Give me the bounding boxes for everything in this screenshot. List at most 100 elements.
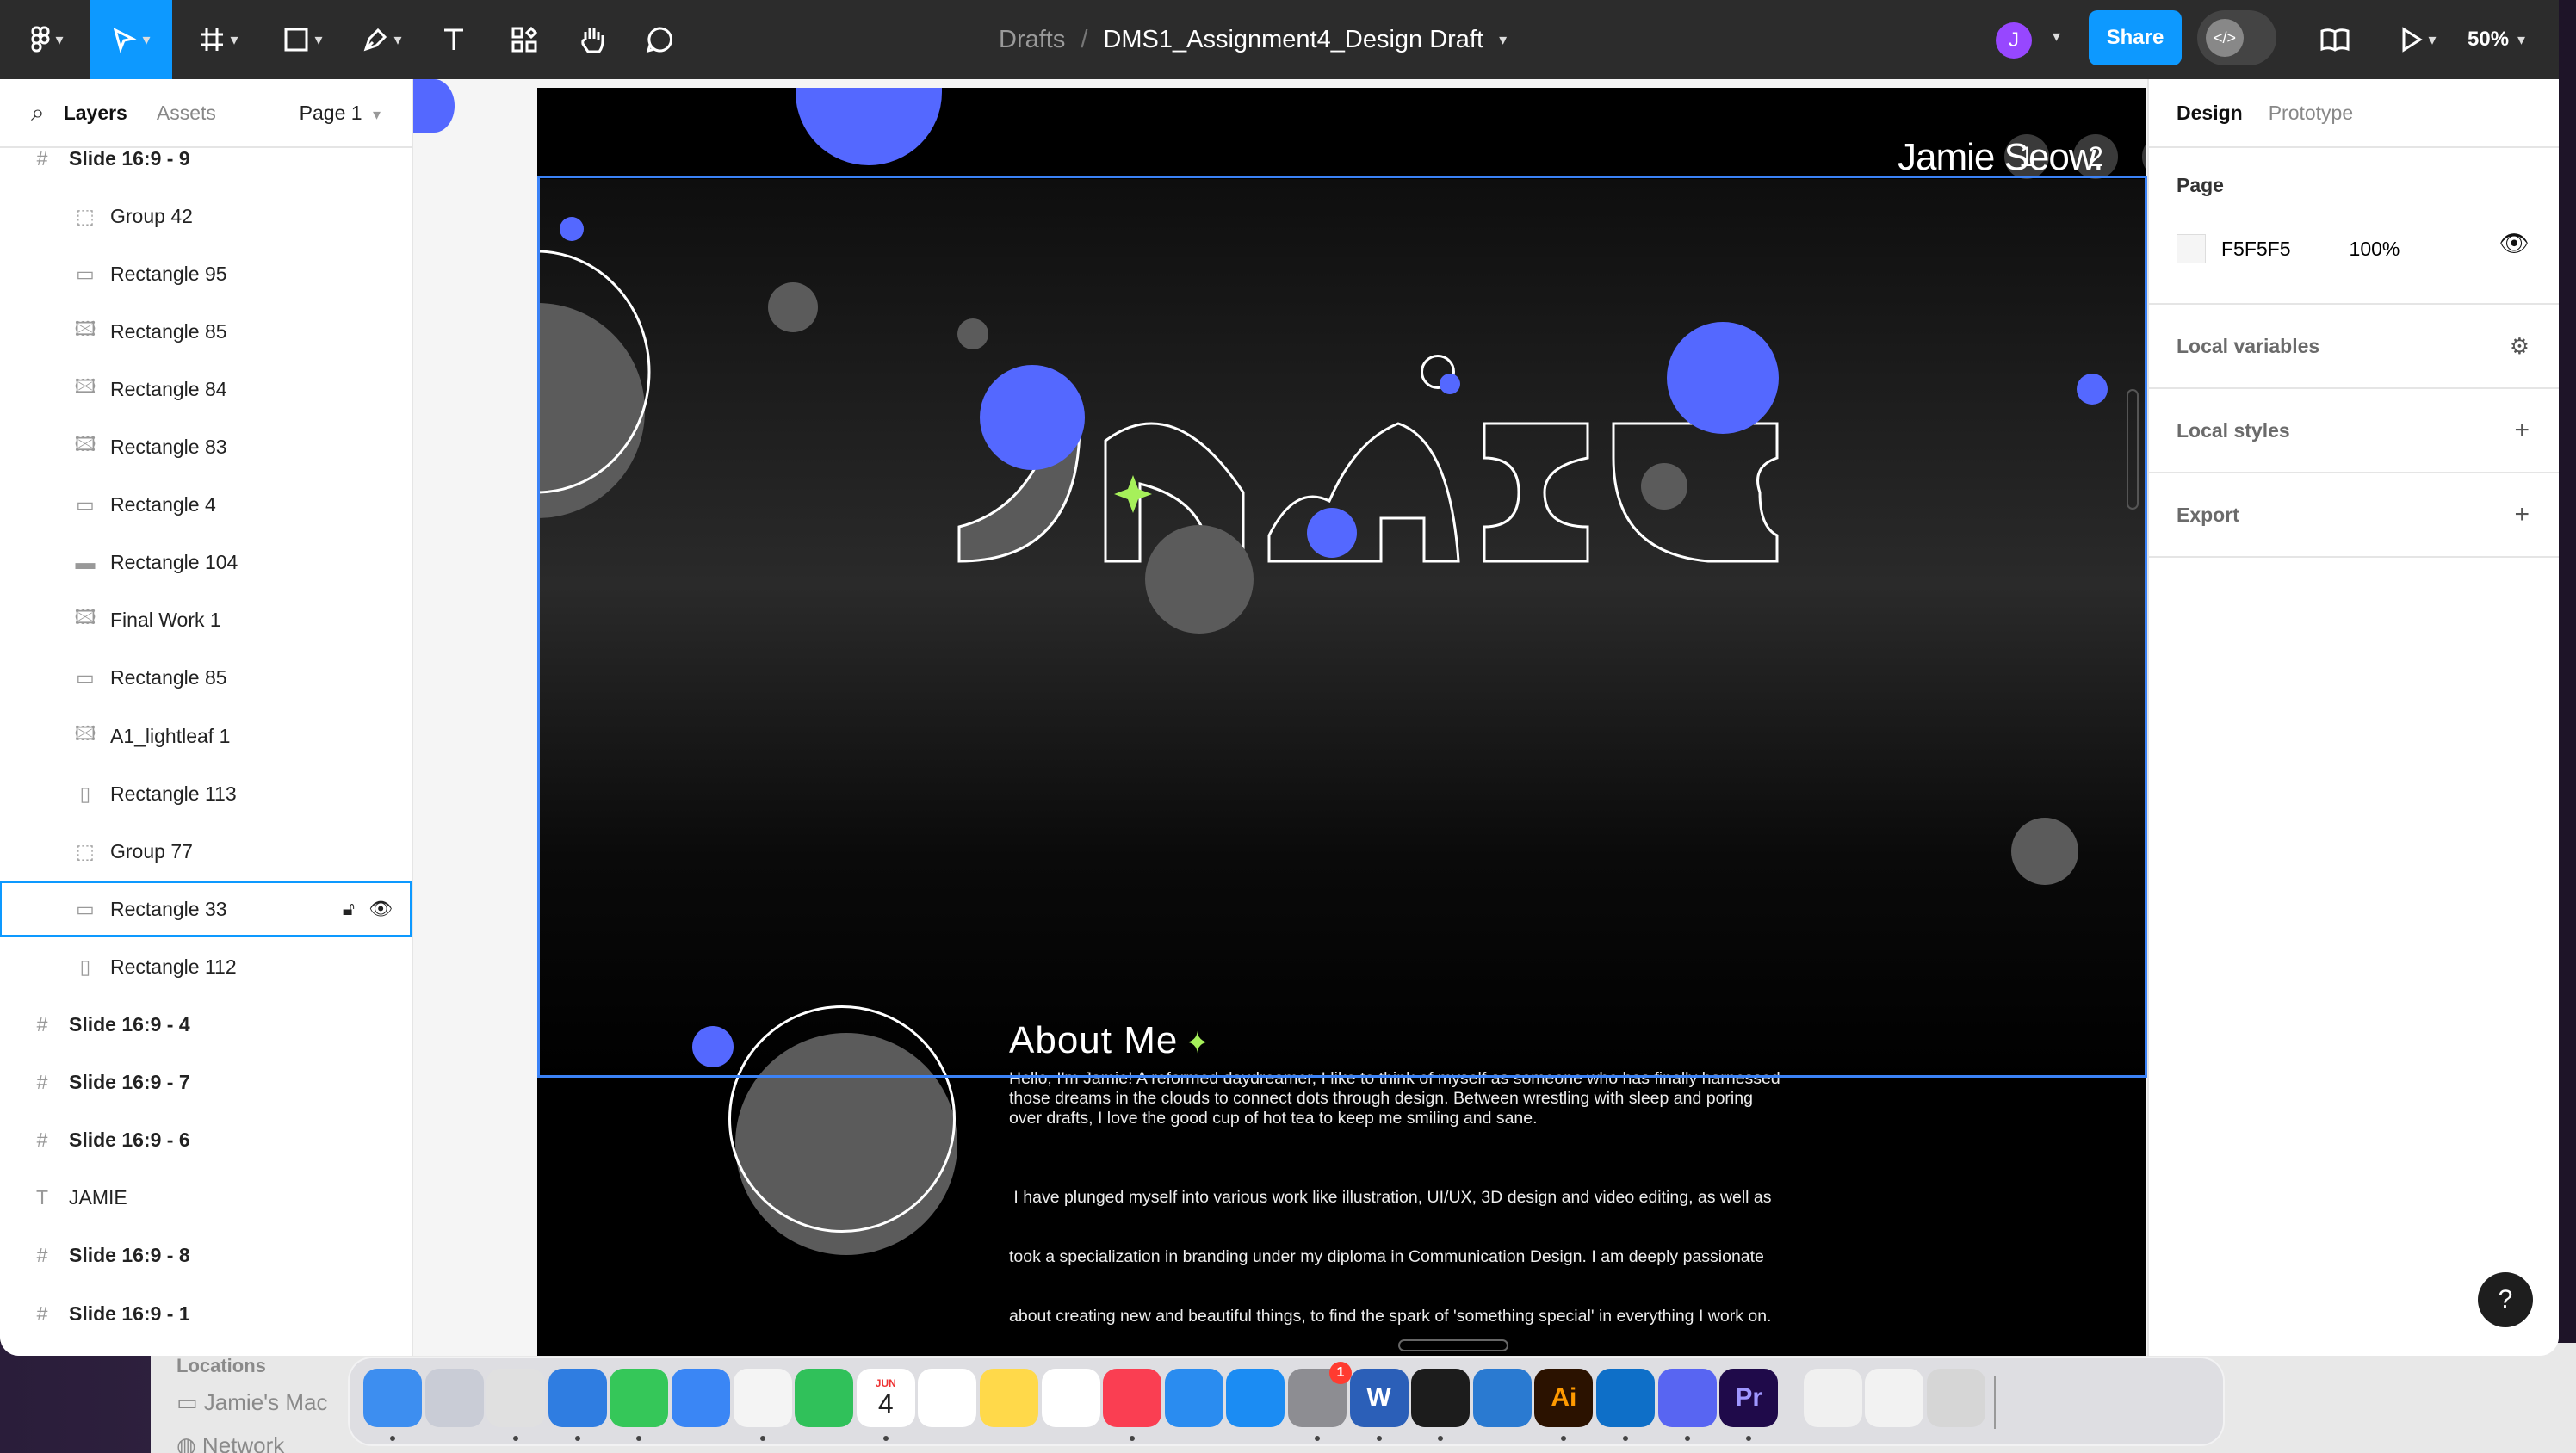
local-variables-section[interactable]: Local variables ⚙ xyxy=(2149,305,2559,389)
layer-row[interactable]: ▯ Rectangle 113 xyxy=(0,766,412,821)
page-color-swatch[interactable] xyxy=(2177,234,2206,263)
dock-preview-icon[interactable] xyxy=(1803,1369,1862,1427)
layer-row[interactable]: ▭ Rectangle 4 xyxy=(0,478,412,533)
text-tool-button[interactable] xyxy=(436,0,472,79)
eye-icon[interactable]: 👁︎ xyxy=(2499,229,2530,257)
dock-separator xyxy=(1994,1376,1996,1429)
layer-row[interactable]: ▭ Rectangle 33 🔓︎ 👁︎ xyxy=(0,881,412,937)
layer-row[interactable]: ▯ Rectangle 112 xyxy=(0,939,412,994)
dock-system-settings-icon[interactable]: 1 xyxy=(1288,1362,1352,1427)
group-icon: ⬚ xyxy=(76,204,95,227)
page-selector[interactable]: Page 1 ▾ xyxy=(300,102,381,125)
layer-row[interactable]: 🖾 A1_lightleaf 1 xyxy=(0,708,412,764)
dock-calendar-icon[interactable]: JUN 4 xyxy=(856,1369,915,1427)
unlock-icon[interactable]: 🔓︎ xyxy=(343,898,355,920)
pen-tool-button[interactable]: ▾ xyxy=(348,0,417,79)
offscreen-blue-shape[interactable] xyxy=(413,79,455,133)
dock-notes-icon[interactable] xyxy=(980,1369,1038,1427)
nav-number-3[interactable]: 3 xyxy=(2142,134,2146,179)
local-styles-section[interactable]: Local styles + xyxy=(2149,389,2559,473)
page-color-hex[interactable]: F5F5F5 xyxy=(2221,238,2291,261)
move-tool-button[interactable]: ▾ xyxy=(90,0,172,79)
layer-label: Rectangle 33 xyxy=(110,897,227,920)
layer-row[interactable]: # Slide 16:9 - 9 xyxy=(0,131,412,186)
finder-item-mac[interactable]: ▭ Jamie's Mac xyxy=(176,1389,327,1416)
file-menu-chevron-icon[interactable]: ▾ xyxy=(1499,31,1507,49)
dock-premiere-icon[interactable]: Pr xyxy=(1719,1369,1779,1427)
export-section[interactable]: Export + xyxy=(2149,473,2559,558)
scroll-indicator[interactable] xyxy=(1398,1339,1508,1351)
breadcrumb-folder[interactable]: Drafts xyxy=(999,26,1065,54)
frame-tool-button[interactable]: ▾ xyxy=(184,0,253,79)
share-button[interactable]: Share xyxy=(2089,10,2182,65)
dock-reminders-icon[interactable] xyxy=(918,1369,977,1427)
layer-row[interactable]: 🖾 Rectangle 84 xyxy=(0,362,412,417)
hand-tool-button[interactable] xyxy=(573,0,611,79)
user-avatar[interactable]: J xyxy=(1996,22,2032,59)
shape-tool-button[interactable]: ▾ xyxy=(269,0,337,79)
layer-row[interactable]: # Slide 16:9 - 6 xyxy=(0,1113,412,1168)
dock-safari-icon[interactable] xyxy=(548,1369,607,1427)
blue-circle-top[interactable] xyxy=(796,88,942,165)
tab-design[interactable]: Design xyxy=(2177,102,2243,125)
eye-icon[interactable]: 👁︎ xyxy=(368,898,393,920)
page-opacity[interactable]: 100% xyxy=(2350,238,2400,261)
page-color-row[interactable]: F5F5F5 100% xyxy=(2177,234,2400,263)
dock-discord-icon[interactable] xyxy=(1657,1369,1717,1427)
dock-word-icon[interactable]: W xyxy=(1349,1369,1409,1427)
chevron-down-icon: ▾ xyxy=(142,30,151,48)
layer-row[interactable]: # Slide 16:9 - 7 xyxy=(0,1055,412,1110)
canvas[interactable]: 1 2 3 Jamie Seow. xyxy=(413,79,2147,1356)
dock-freeform-icon[interactable] xyxy=(1041,1369,1100,1427)
finder-item-network[interactable]: ◍ Network xyxy=(176,1432,284,1453)
layer-label: Slide 16:9 - 1 xyxy=(69,1302,190,1325)
avatar-chevron-icon[interactable]: ▾ xyxy=(2053,28,2060,46)
zoom-control[interactable]: 50% ▾ xyxy=(2468,0,2525,79)
layer-row[interactable]: ▭Rectangle 103 xyxy=(0,1344,412,1356)
dock-trash-icon[interactable] xyxy=(1927,1369,1985,1427)
dock-app-store-icon[interactable] xyxy=(1226,1369,1285,1427)
layer-row[interactable]: ⬚ Group 42 xyxy=(0,189,412,244)
dock-finder-icon[interactable] xyxy=(363,1369,422,1427)
layer-row[interactable]: ▬ Rectangle 104 xyxy=(0,535,412,590)
library-button[interactable] xyxy=(2316,0,2354,79)
dock-facetime-icon[interactable] xyxy=(795,1369,854,1427)
dock-chrome-icon[interactable] xyxy=(486,1369,546,1427)
dock-illustrator-icon[interactable]: Ai xyxy=(1534,1369,1594,1427)
tab-prototype[interactable]: Prototype xyxy=(2269,102,2353,125)
dock-music-icon[interactable] xyxy=(1103,1369,1162,1427)
tab-layers[interactable]: Layers xyxy=(64,102,127,125)
dock-keynote-icon[interactable] xyxy=(1164,1369,1223,1427)
layer-row[interactable]: ▭ Rectangle 95 xyxy=(0,246,412,301)
layer-row[interactable]: ▭ Rectangle 85 xyxy=(0,651,412,706)
add-style-icon[interactable]: + xyxy=(2514,389,2530,472)
dock-messages-icon[interactable] xyxy=(610,1369,669,1427)
layer-row[interactable]: ⬚ Group 77 xyxy=(0,824,412,879)
layer-row[interactable]: # Slide 16:9 - 8 xyxy=(0,1228,412,1283)
search-icon[interactable]: ⌕ xyxy=(31,99,45,127)
layer-row[interactable]: # Slide 16:9 - 4 xyxy=(0,998,412,1053)
dock-mail-icon[interactable] xyxy=(672,1369,730,1427)
dock-outlook-icon[interactable] xyxy=(1596,1369,1655,1427)
dock-vscode-icon[interactable] xyxy=(1472,1369,1532,1427)
variables-settings-icon[interactable]: ⚙ xyxy=(2510,305,2530,387)
comment-tool-button[interactable] xyxy=(641,0,678,79)
layer-row[interactable]: # Slide 16:9 - 1 xyxy=(0,1286,412,1341)
layer-row[interactable]: 🖾 Final Work 1 xyxy=(0,593,412,648)
dock-spotify-icon[interactable] xyxy=(1411,1369,1471,1427)
layer-row[interactable]: T JAMIE xyxy=(0,1171,412,1226)
add-export-icon[interactable]: + xyxy=(2514,473,2530,556)
dev-mode-toggle[interactable]: </> xyxy=(2197,10,2276,65)
layer-row[interactable]: 🖾 Rectangle 85 xyxy=(0,304,412,359)
dock-launchpad-icon[interactable] xyxy=(424,1369,484,1427)
file-name[interactable]: DMS1_Assignment4_Design Draft xyxy=(1103,26,1483,54)
resources-button[interactable] xyxy=(506,0,542,79)
dock-photos-icon[interactable] xyxy=(733,1369,792,1427)
dock-document-icon[interactable] xyxy=(1865,1369,1924,1427)
tab-assets[interactable]: Assets xyxy=(157,102,216,125)
main-menu-button[interactable]: ▾ xyxy=(17,0,77,79)
running-indicator xyxy=(759,1436,765,1441)
present-button[interactable]: ▾ xyxy=(2390,0,2447,79)
help-button[interactable]: ? xyxy=(2478,1272,2533,1327)
layer-row[interactable]: 🖾 Rectangle 83 xyxy=(0,420,412,475)
